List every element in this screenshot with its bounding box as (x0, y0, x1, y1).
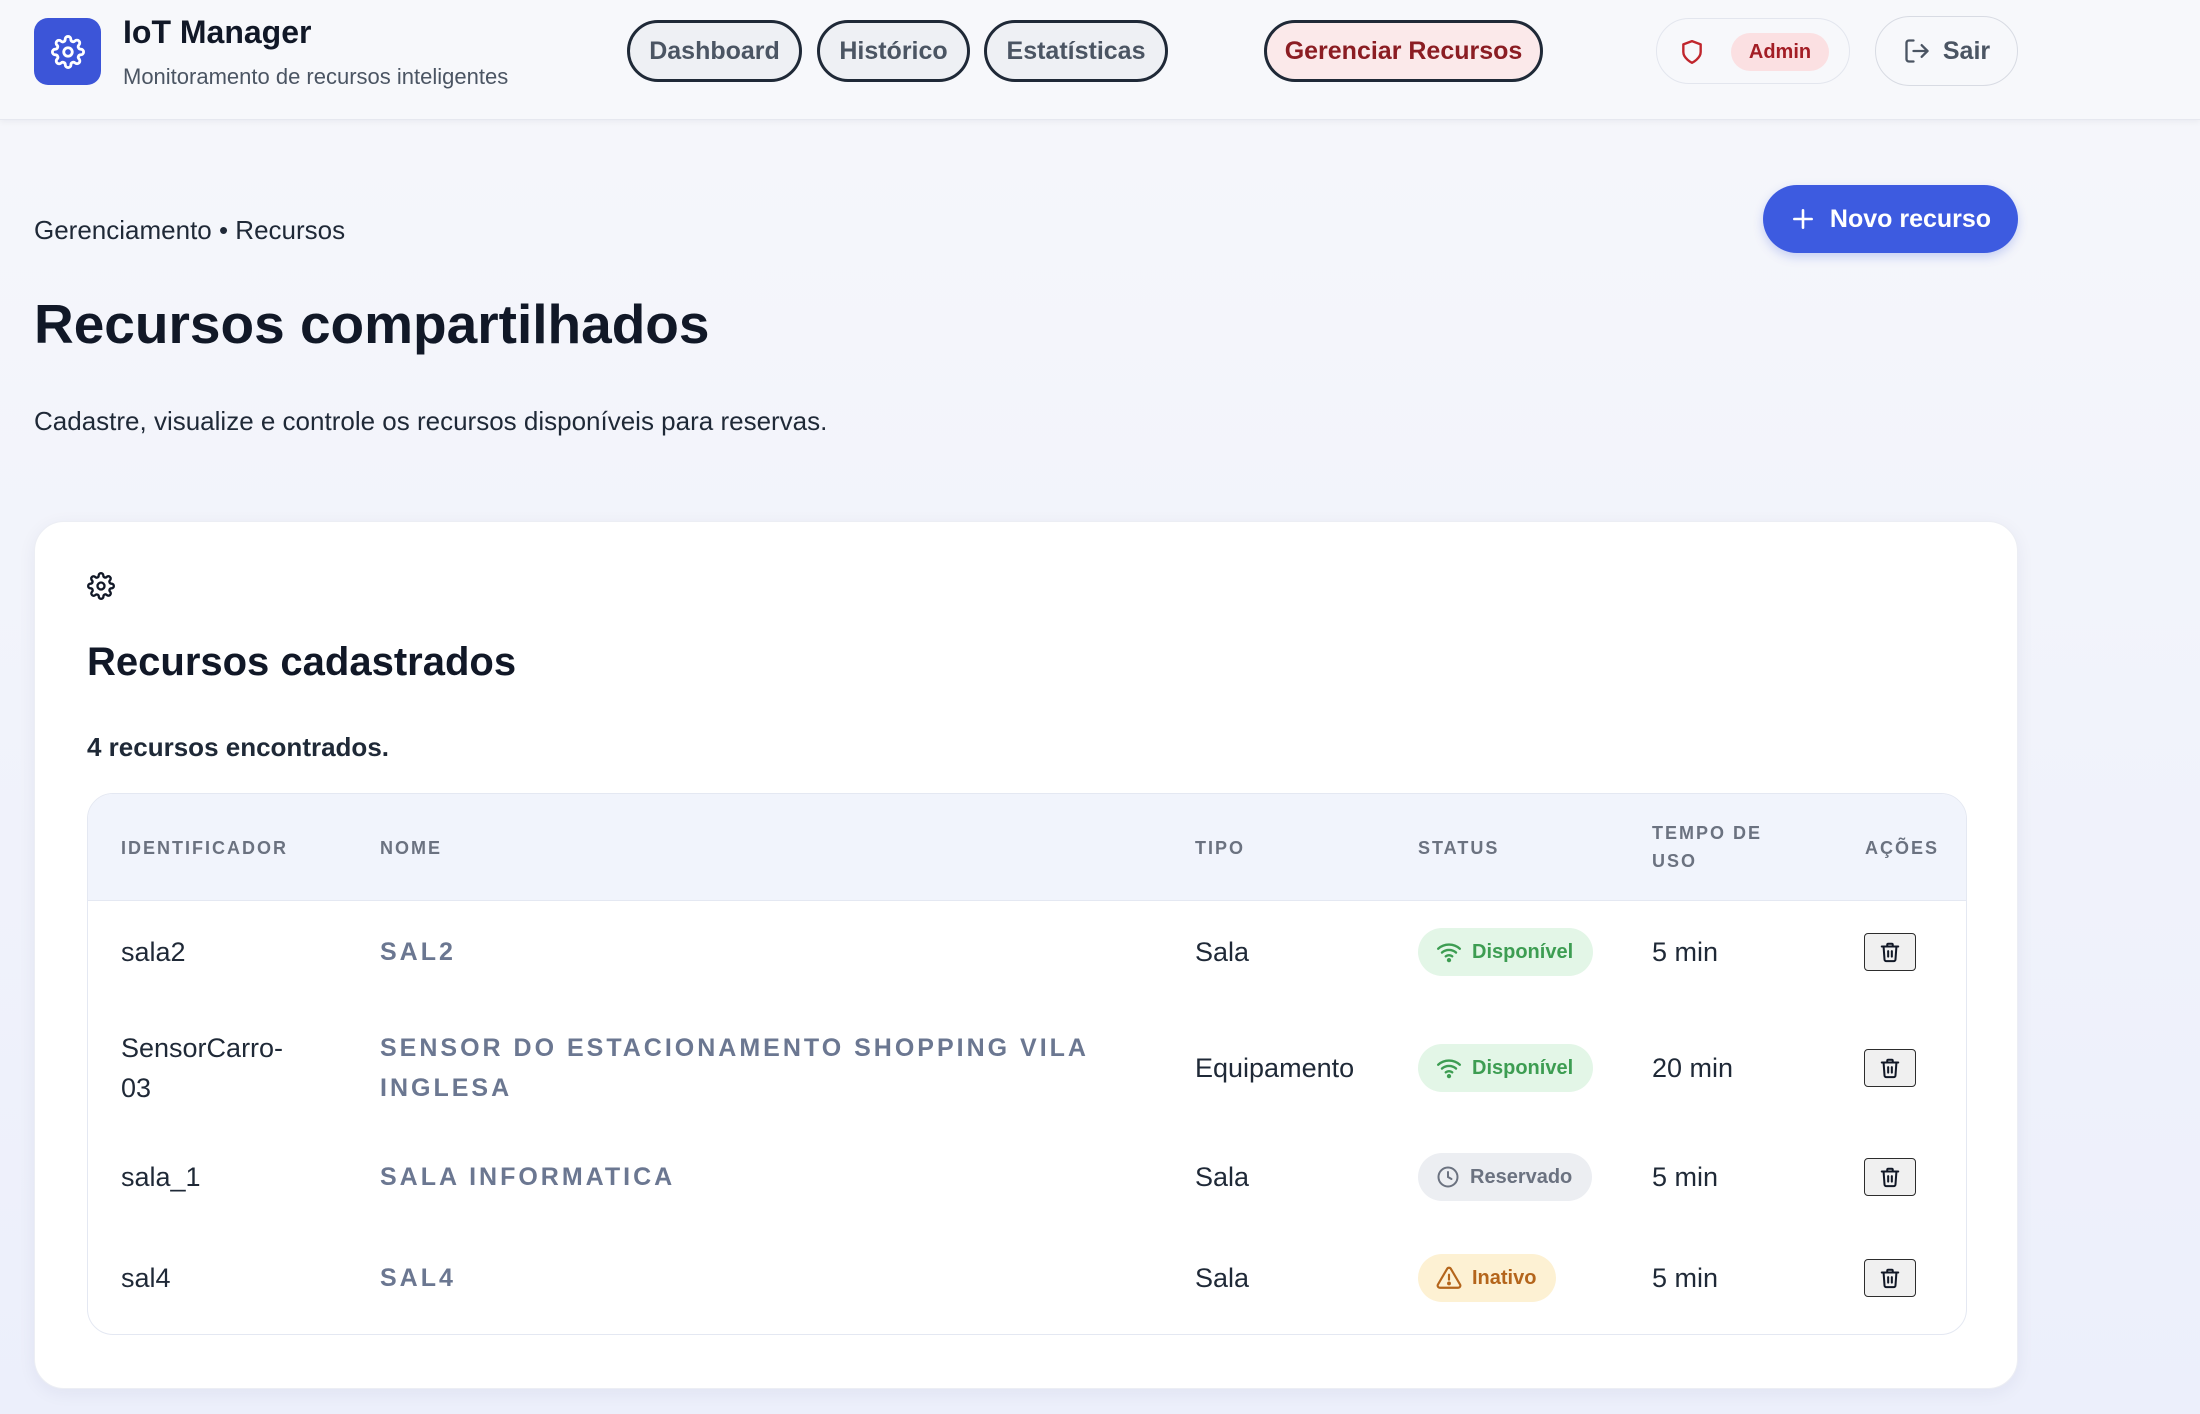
table-row: sala_1 SALA INFORMATICA Sala Reservado 5… (88, 1133, 1966, 1236)
status-badge: Reservado (1418, 1153, 1593, 1201)
cell-type: Equipamento (1195, 1053, 1355, 1083)
trash-icon (1879, 940, 1901, 964)
cell-name-line2: inglesa (380, 1074, 513, 1102)
nav-dashboard[interactable]: Dashboard (627, 20, 802, 82)
cell-name: Sensor do estacionamento shopping vila i… (380, 1028, 1089, 1108)
plus-icon (1790, 206, 1816, 232)
trash-icon (1879, 1056, 1901, 1080)
col-status: Status (1418, 838, 1500, 858)
cell-name: SAL4 (380, 1264, 456, 1292)
nav-historico[interactable]: Histórico (817, 20, 970, 82)
col-tempo-line2: uso (1652, 851, 1698, 871)
logout-button[interactable]: Sair (1875, 16, 2018, 86)
status-badge: Disponível (1418, 928, 1594, 976)
cell-id: sala_1 (121, 1162, 201, 1192)
shield-icon (1679, 37, 1705, 72)
status-label: Disponível (1472, 940, 1574, 963)
logout-label: Sair (1942, 36, 1991, 65)
delete-button[interactable] (1864, 1049, 1916, 1087)
cell-type: Sala (1195, 1162, 1250, 1192)
results-count: 4 recursos encontrados. (87, 732, 389, 762)
trash-icon (1879, 1266, 1901, 1290)
cell-time: 20 min (1652, 1053, 1734, 1083)
card-title: Recursos cadastrados (87, 640, 517, 684)
status-label: Disponível (1472, 1056, 1574, 1079)
cell-time: 5 min (1652, 1162, 1719, 1192)
status-label: Inativo (1472, 1266, 1537, 1289)
new-resource-label: Novo recurso (1829, 204, 1992, 233)
table-header: Identificador Nome Tipo Status Tempo de … (88, 794, 1966, 901)
logout-icon (1903, 37, 1931, 65)
col-identificador: Identificador (121, 838, 288, 858)
new-resource-button[interactable]: Novo recurso (1763, 185, 2018, 253)
page-description: Cadastre, visualize e controle os recurs… (34, 406, 828, 436)
wifi-icon (1436, 1057, 1462, 1079)
table-row: SensorCarro- 03 Sensor do estacionamento… (88, 1004, 1966, 1133)
logo-icon (34, 18, 101, 85)
breadcrumb: Gerenciamento • Recursos (34, 215, 346, 245)
cell-time: 5 min (1652, 937, 1719, 967)
delete-button[interactable] (1864, 1259, 1916, 1297)
app-title: IoT Manager (123, 14, 312, 50)
gear-icon (87, 572, 115, 605)
cell-name: SALA INFORMATICA (380, 1163, 676, 1191)
delete-button[interactable] (1864, 933, 1916, 971)
user-role-group: Admin (1656, 18, 1850, 84)
page-title: Recursos compartilhados (34, 293, 710, 355)
cell-name: SAL2 (380, 938, 456, 966)
role-badge: Admin (1731, 33, 1829, 71)
nav-estatisticas[interactable]: Estatísticas (984, 20, 1168, 82)
col-tempo-de-uso: Tempo de uso (1652, 819, 1762, 875)
nav-gerenciar-recursos[interactable]: Gerenciar Recursos (1264, 20, 1543, 82)
status-badge: Disponível (1418, 1044, 1594, 1092)
status-label: Reservado (1470, 1165, 1573, 1188)
warning-icon (1436, 1266, 1462, 1290)
table-row: sal4 SAL4 Sala Inativo 5 min (88, 1236, 1966, 1334)
cell-type: Sala (1195, 937, 1250, 967)
cell-name-line1: Sensor do estacionamento shopping vila (380, 1034, 1089, 1062)
table-row: sala2 SAL2 Sala Disponível 5 min (88, 901, 1966, 1004)
status-badge: Inativo (1418, 1254, 1557, 1302)
top-bar: IoT Manager Monitoramento de recursos in… (0, 0, 2200, 120)
cell-time: 5 min (1652, 1263, 1719, 1293)
resources-table: Identificador Nome Tipo Status Tempo de … (87, 793, 1967, 1335)
col-acoes: Ações (1865, 838, 1940, 858)
col-tipo: Tipo (1195, 838, 1246, 858)
resources-card: Recursos cadastrados 4 recursos encontra… (34, 521, 2018, 1389)
delete-button[interactable] (1864, 1158, 1916, 1196)
cell-id: sala2 (121, 937, 186, 967)
cell-id: SensorCarro- 03 (121, 1028, 283, 1108)
cell-id: sal4 (121, 1263, 171, 1293)
app-subtitle: Monitoramento de recursos inteligentes (123, 64, 509, 89)
col-nome: Nome (380, 838, 442, 858)
trash-icon (1879, 1165, 1901, 1189)
cell-id-line2: 03 (121, 1073, 152, 1103)
clock-icon (1436, 1165, 1460, 1189)
cell-id-line1: SensorCarro- (121, 1033, 284, 1063)
col-tempo-line1: Tempo de (1652, 823, 1763, 843)
wifi-icon (1436, 941, 1462, 963)
cell-type: Sala (1195, 1263, 1250, 1293)
